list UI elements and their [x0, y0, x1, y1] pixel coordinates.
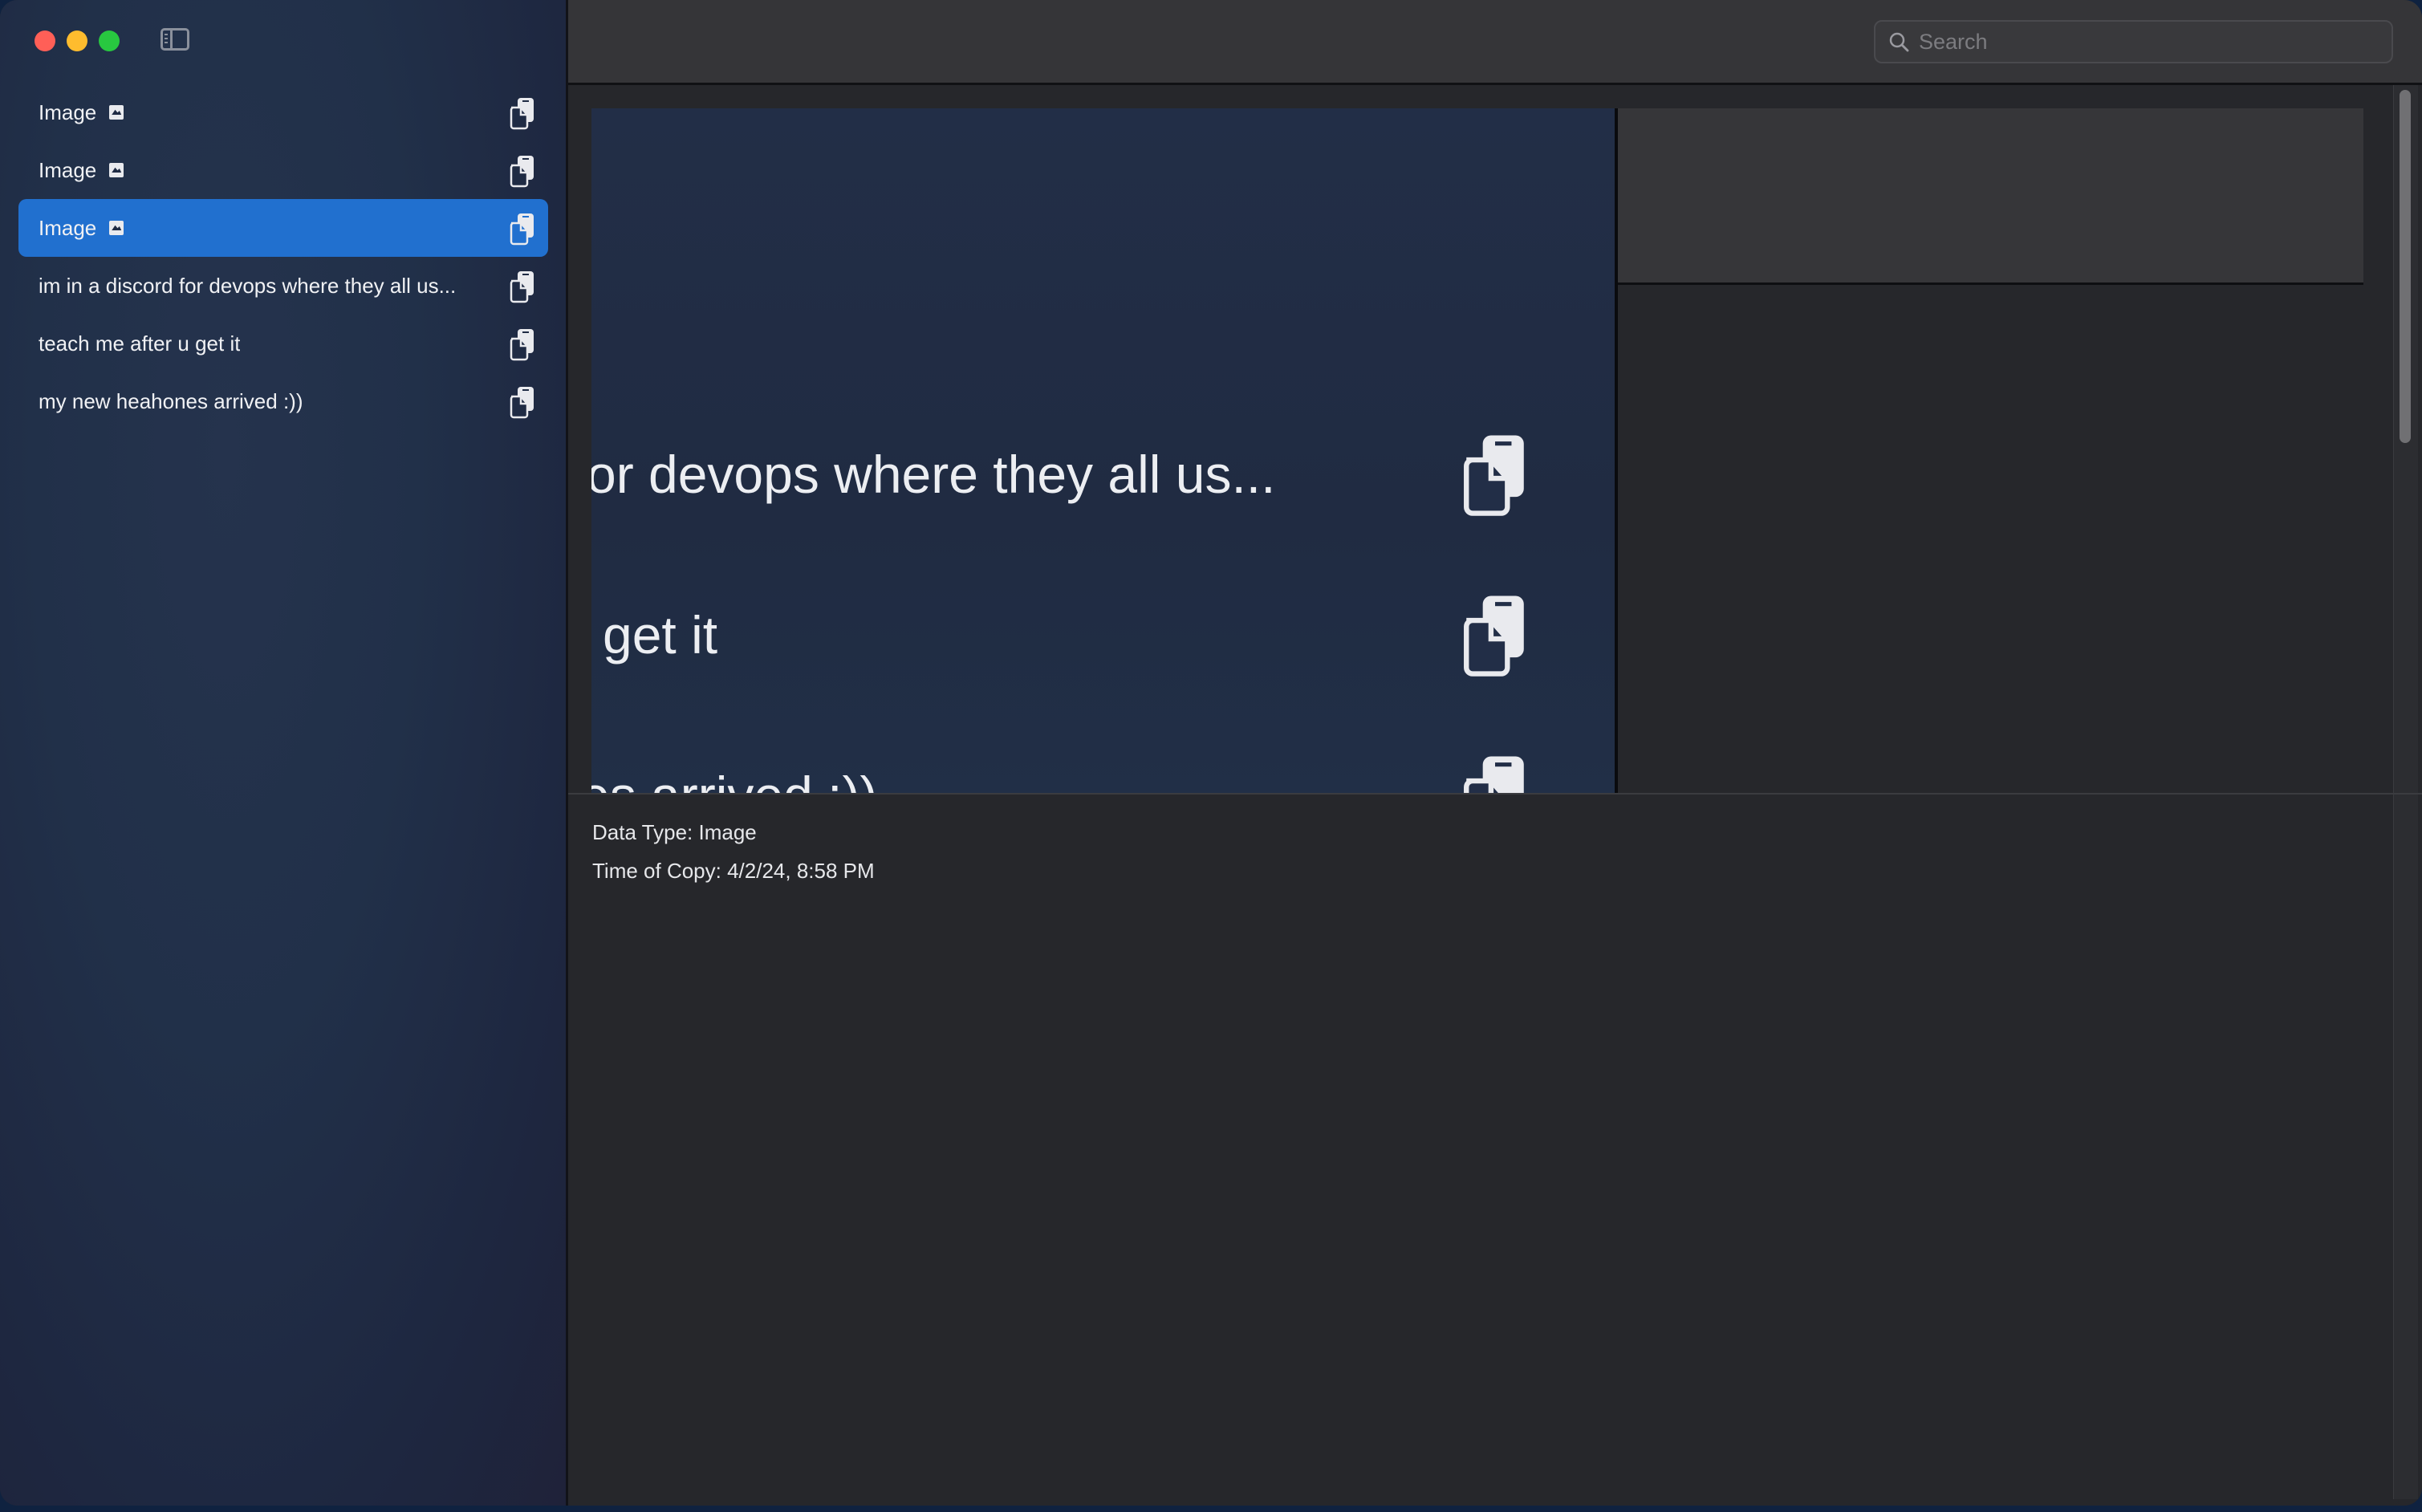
list-item-label: Image — [39, 157, 97, 182]
maximize-button[interactable] — [99, 30, 120, 51]
sidebar-toggle-icon[interactable] — [161, 28, 189, 51]
preview-text: get it — [603, 605, 718, 665]
list-item[interactable]: my new heahones arrived :)) — [18, 372, 548, 430]
photo-icon — [109, 221, 124, 235]
copy-icon[interactable] — [508, 154, 537, 188]
copy-icon[interactable] — [508, 270, 537, 303]
copy-icon — [1464, 756, 1524, 793]
list-item-label: im in a discord for devops where they al… — [39, 273, 457, 298]
clipboard-history-list: Image Image Image im in a discord for de… — [18, 83, 548, 430]
list-item[interactable]: Image — [18, 83, 548, 141]
copy-icon[interactable] — [508, 327, 537, 361]
data-type-label: Data Type: Image — [592, 820, 757, 844]
copy-icon[interactable] — [508, 212, 537, 246]
preview-side-panel — [1618, 108, 2363, 285]
preview-row: or devops where they all us... — [591, 426, 1615, 522]
preview-row: es arrived :)) — [591, 747, 1615, 793]
time-of-copy-label: Time of Copy: 4/2/24, 8:58 PM — [592, 859, 875, 883]
list-item[interactable]: im in a discord for devops where they al… — [18, 257, 548, 315]
scrollbar-thumb[interactable] — [2400, 90, 2411, 443]
photo-icon — [109, 163, 124, 177]
copy-icon[interactable] — [508, 385, 537, 419]
divider — [568, 793, 2422, 795]
copy-icon — [1464, 435, 1524, 516]
app-window: Image Image Image im in a discord for de… — [0, 0, 2422, 1506]
close-button[interactable] — [35, 30, 55, 51]
magnifier-icon — [1889, 32, 1909, 52]
search-input[interactable] — [1917, 28, 2370, 55]
preview-row: get it — [591, 587, 1615, 683]
copy-icon[interactable] — [508, 96, 537, 130]
list-item[interactable]: teach me after u get it — [18, 315, 548, 372]
list-item-label: Image — [39, 100, 97, 124]
preview-text: es arrived :)) — [591, 765, 877, 793]
list-item-label: Image — [39, 215, 97, 240]
list-item-selected[interactable]: Image — [18, 199, 548, 257]
list-item-label: my new heahones arrived :)) — [39, 388, 303, 413]
search-field[interactable] — [1874, 20, 2393, 63]
list-item[interactable]: Image — [18, 141, 548, 199]
minimize-button[interactable] — [67, 30, 87, 51]
image-preview: or devops where they all us... get it es… — [591, 108, 1618, 793]
photo-icon — [109, 105, 124, 120]
copy-icon — [1464, 595, 1524, 677]
sidebar: Image Image Image im in a discord for de… — [0, 0, 568, 1506]
preview-text: or devops where they all us... — [591, 445, 1276, 504]
list-item-label: teach me after u get it — [39, 331, 241, 356]
